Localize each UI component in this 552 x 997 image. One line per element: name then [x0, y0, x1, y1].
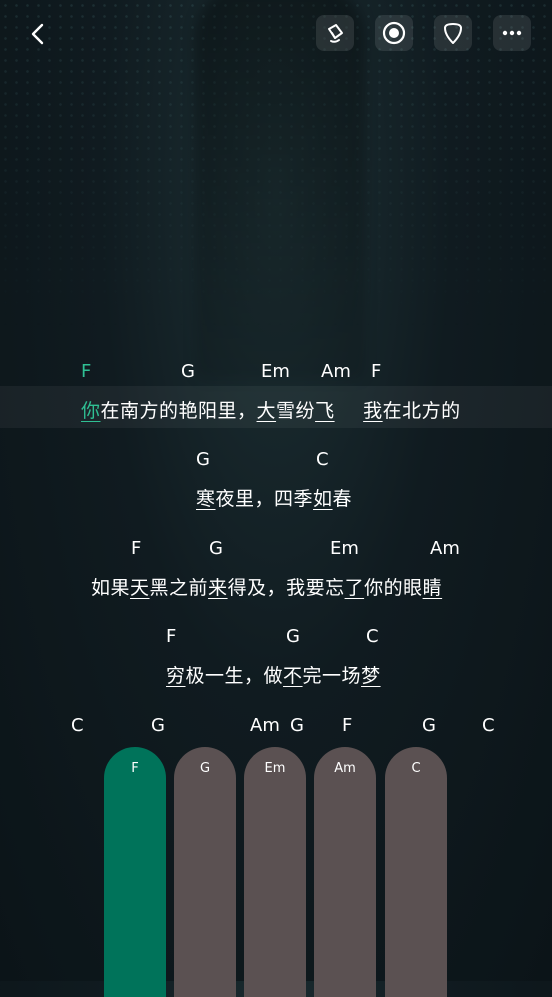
chord: F	[342, 715, 353, 736]
lyric-segment: 天	[130, 577, 150, 599]
lyric-segment: 在北方的	[382, 400, 461, 422]
pick-icon	[444, 23, 462, 44]
lyric-segment: 大	[256, 400, 277, 422]
chord: G	[181, 361, 195, 382]
lyric-segment: 来	[208, 577, 228, 599]
record-button[interactable]	[375, 15, 413, 51]
chord-pad-label: Em	[264, 761, 286, 776]
lyric-segment: 梦	[361, 665, 381, 687]
chord-pad-label: C	[411, 761, 421, 776]
chord: Am	[430, 538, 460, 559]
lyric-segment: 极一生，做	[185, 665, 284, 687]
chord-pad-c[interactable]: C	[385, 747, 447, 997]
lyric-segment: 如果	[91, 577, 131, 599]
back-chevron-icon	[31, 23, 44, 45]
lyric-segment: 穷	[166, 665, 186, 687]
lyric-segment: 不	[283, 665, 303, 687]
chord-pad-label: G	[199, 761, 211, 776]
lyric-text: 你在南方的艳阳里，大雪纷飞 我在北方的	[81, 396, 461, 423]
chord: G	[151, 715, 165, 736]
chord: F	[131, 538, 142, 559]
chord-pad-label: F	[131, 761, 139, 776]
chord: C	[316, 449, 329, 470]
chord: G	[209, 538, 223, 559]
lyric-segment: 得及，我要忘	[227, 577, 345, 599]
lyric-segment: 完一场	[302, 665, 362, 687]
more-button[interactable]	[493, 15, 531, 51]
chord-pad-g[interactable]: G	[174, 747, 236, 997]
chord: C	[71, 715, 84, 736]
lyric-segment: 你的眼	[364, 577, 423, 599]
chord: G	[422, 715, 436, 736]
chord-pad-am[interactable]: Am	[314, 747, 376, 997]
chord: Em	[330, 538, 359, 559]
lyric-segment: 飞	[315, 400, 335, 422]
chord: G	[196, 449, 210, 470]
lyric-segment: 夜里，四季	[215, 488, 314, 510]
lyric-segment: 睛	[422, 577, 443, 599]
more-icon	[502, 30, 522, 36]
pick-button[interactable]	[434, 15, 472, 51]
chord-pad-em[interactable]: Em	[244, 747, 306, 997]
chord: Em	[261, 361, 290, 382]
lyric-text: 如果天黑之前来得及，我要忘了你的眼睛	[91, 573, 442, 600]
lyric-segment: 春	[332, 488, 353, 510]
chord: G	[290, 715, 304, 736]
lyric-segment: 了	[344, 577, 365, 599]
chord-pad-label: Am	[334, 761, 356, 776]
lyric-segment: 黑之前	[149, 577, 209, 599]
chord: F	[371, 361, 382, 382]
chord: F	[81, 361, 92, 382]
chord: F	[166, 626, 177, 647]
chord-pad-f[interactable]: F	[104, 747, 166, 997]
eraser-icon	[328, 24, 343, 43]
chord: Am	[250, 715, 280, 736]
lyric-segment: 雪纷	[276, 400, 316, 422]
lyric-segment: 寒	[196, 488, 216, 510]
chord: C	[482, 715, 495, 736]
lyric-text: 寒夜里，四季如春	[196, 484, 352, 511]
lyric-segment: 你	[81, 400, 101, 422]
lyric-segment: 我	[363, 400, 383, 422]
top-bar	[0, 0, 552, 70]
lyric-text: 穷极一生，做不完一场梦	[166, 661, 381, 688]
lyric-segment: 如	[313, 488, 333, 510]
chord: Am	[321, 361, 351, 382]
record-icon	[382, 21, 406, 45]
eraser-button[interactable]	[316, 15, 354, 51]
lyric-segment: 在南方的艳阳里，	[100, 400, 257, 422]
chord: G	[286, 626, 300, 647]
chord: C	[366, 626, 379, 647]
back-button[interactable]	[22, 18, 54, 50]
